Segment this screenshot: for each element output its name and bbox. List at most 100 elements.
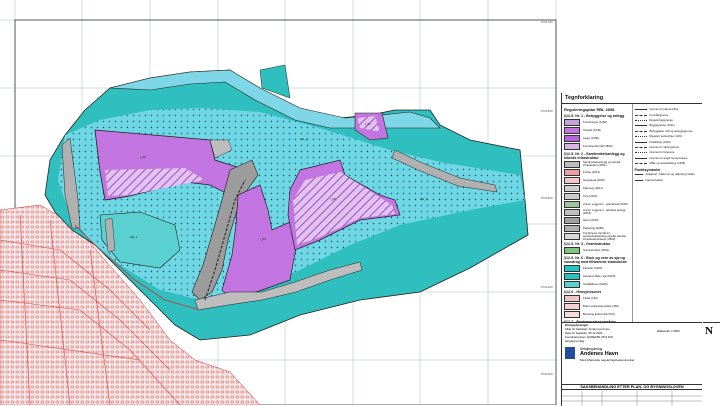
legend-item: Havneområde i sjø (6220) (564, 272, 630, 280)
legend-item: Samferdselsanlegg og teknisk infrastrukt… (564, 160, 630, 168)
legend-swatch (564, 192, 580, 200)
legend-line-label: Byggegrense (1211) (649, 123, 675, 128)
legend-item: Havn (2040) (564, 216, 630, 224)
legend-item: Kombinerte formål for samferdselsanlegg … (564, 230, 630, 241)
legend-line-label: Grense for planområde (649, 107, 679, 112)
plan-name: Andenes Havn (580, 351, 619, 357)
legend-swatch (564, 160, 580, 168)
legend-point-label: Fjernes/veiker (645, 177, 664, 182)
north-arrow-icon: N (705, 325, 713, 337)
legend-label: Brann-/eksplosjonsfare (350) (583, 303, 619, 308)
legend-swatch (564, 184, 580, 192)
legend-line-symbol (634, 157, 647, 159)
tb-row: Høydegrunnlag: (565, 339, 585, 343)
legend-label: Torg (2014) (583, 193, 598, 198)
svg-text:I_01: I_01 (365, 122, 371, 126)
svg-text:6761700: 6761700 (541, 20, 553, 24)
coordinate-labels: 6761700 6761600 6761500 6761400 6761300 (541, 20, 553, 376)
legend-item: Fortau (2012) (564, 168, 630, 176)
legend-swatch (564, 272, 580, 280)
legend-section-title: §12-5. Nr. 1 - Bebyggelse og anlegg (564, 114, 625, 118)
legend-line-symbol (634, 141, 647, 143)
legend-swatch (564, 142, 580, 150)
legend-lines: Grense for planområde Formålsgrense Regule… (633, 104, 703, 333)
legend-item: Annen veggrunn - grøntareal (2019) (564, 200, 630, 208)
legend-swatch (564, 264, 580, 272)
legend-swatch (564, 280, 580, 288)
legend-label: Lager (1350) (583, 135, 600, 140)
legend-swatch (564, 126, 580, 134)
legend-line-symbol (634, 130, 647, 132)
revision-table (562, 391, 702, 406)
svg-text:I_04: I_04 (260, 237, 266, 241)
legend-swatch (564, 310, 580, 318)
legend-label: Farleder (6100) (583, 265, 603, 270)
legend-label: Frisikt (140) (583, 295, 598, 300)
legend-line-label: Bebyggelse mål og anleggsgrense (649, 128, 693, 133)
svg-text:HS_1: HS_1 (420, 197, 428, 201)
legend-swatch (564, 168, 580, 176)
legend-areas: Reguleringsplan PBL 2008 §12-5. Nr. 1 - … (562, 104, 633, 333)
legend-label: Samferdselsanlegg og teknisk infrastrukt… (583, 160, 621, 167)
legend-swatch (564, 224, 580, 232)
procedure-bar: SAKSBEHANDLING ETTER PLAN- OG BYGNINGSLO… (562, 384, 702, 390)
legend-swatch (564, 208, 580, 216)
legend-item: Grønnstruktur (3001) (564, 246, 630, 254)
legend-item: Småbåthavn (6230) (564, 280, 630, 288)
legend-title: Tegnforklaring (562, 93, 702, 104)
legend-line-symbol (634, 163, 647, 165)
legend-item: Farleder (6100) (564, 264, 630, 272)
svg-text:6761600: 6761600 (541, 109, 553, 113)
legend-swatch (564, 134, 580, 142)
legend-point-label: Avkjørsel - både inn og utkjøring (1242) (645, 172, 695, 177)
legend-section-title: §12-5. Nr. 6 - Bruk og vern av sjø og va… (564, 256, 627, 264)
legend-line-label: Grense for angitt hensynssone (649, 155, 688, 160)
scale-label: Målestokk: (657, 329, 671, 333)
legend-line-label: Grense for faresone (649, 150, 675, 155)
legend-act: Reguleringsplan PBL 2008 (564, 107, 615, 112)
legend-item: Lager (1350) (564, 134, 630, 142)
legend-label: Kombinerte formål for samferdselsanlegg … (583, 230, 626, 241)
legend-label: Havneområde i sjø (6220) (583, 273, 616, 278)
legend-label: Annen veggrunn - grøntareal (2019) (583, 201, 628, 206)
legend-item: Kombinertformål (1800) (564, 142, 630, 150)
svg-text:6761500: 6761500 (541, 196, 553, 200)
legend-line-symbol (634, 136, 647, 138)
legend-line-symbol (634, 125, 647, 127)
legend-line-label: Reguleringsgrense (649, 117, 673, 122)
municipality-logo-icon (565, 347, 575, 359)
legend-point-item: Fjernes/veiker (634, 177, 701, 183)
legend-swatch (564, 246, 580, 254)
title-block: Kartopplysninger Kilde for basiskart: An… (561, 322, 702, 406)
scale-value: 1:5000 (671, 329, 680, 333)
legend-swatch (564, 302, 580, 310)
legend-line-label: Frisiktlinje (1222) (649, 139, 671, 144)
legend-swatch (564, 216, 580, 224)
legend-label: Fortau (2012) (583, 169, 600, 174)
legend-label: Industri (1340) (583, 127, 602, 132)
legend-line-label: Grense for sikringssone (649, 144, 680, 149)
legend-line-symbol (634, 109, 647, 111)
legend-label: Annen veggrunn - tekniske anlegg (2018) (583, 208, 626, 215)
legend-item: Frisikt (140) (564, 294, 630, 302)
legend-label: Bevaring kulturmiljø (570) (583, 311, 615, 316)
legend-line-item: Måle og avstandslinje (1259) (634, 161, 701, 166)
legend-item: Annen veggrunn - tekniske anlegg (2018) (564, 208, 630, 216)
legend-swatch (564, 176, 580, 184)
legend-line-symbol (634, 119, 647, 121)
legend-line-label: Formålsgrense (649, 112, 669, 117)
svg-text:I_03: I_03 (330, 197, 336, 201)
legend-item: Forretninger (1150) (564, 118, 630, 126)
legend-item: Brann-/eksplosjonsfare (350) (564, 302, 630, 310)
legend-label: Småbåthavn (6230) (583, 281, 608, 286)
svg-text:HS_2: HS_2 (300, 137, 308, 141)
legend-point-icon (634, 179, 643, 181)
legend-label: Kjøreveg (2011) (583, 185, 603, 190)
legend-swatch (564, 294, 580, 302)
legend-line-symbol (634, 114, 647, 116)
legend-label: Gangareal (2016) (583, 177, 605, 182)
legend-line-label: Regulert senterlinje (1221) (649, 134, 683, 139)
legend-label: Kombinertformål (1800) (583, 143, 613, 148)
plan-subtitle: Med tilhørende reguleringsbestemmelser (580, 358, 635, 362)
legend-item: Gangareal (2016) (564, 176, 630, 184)
